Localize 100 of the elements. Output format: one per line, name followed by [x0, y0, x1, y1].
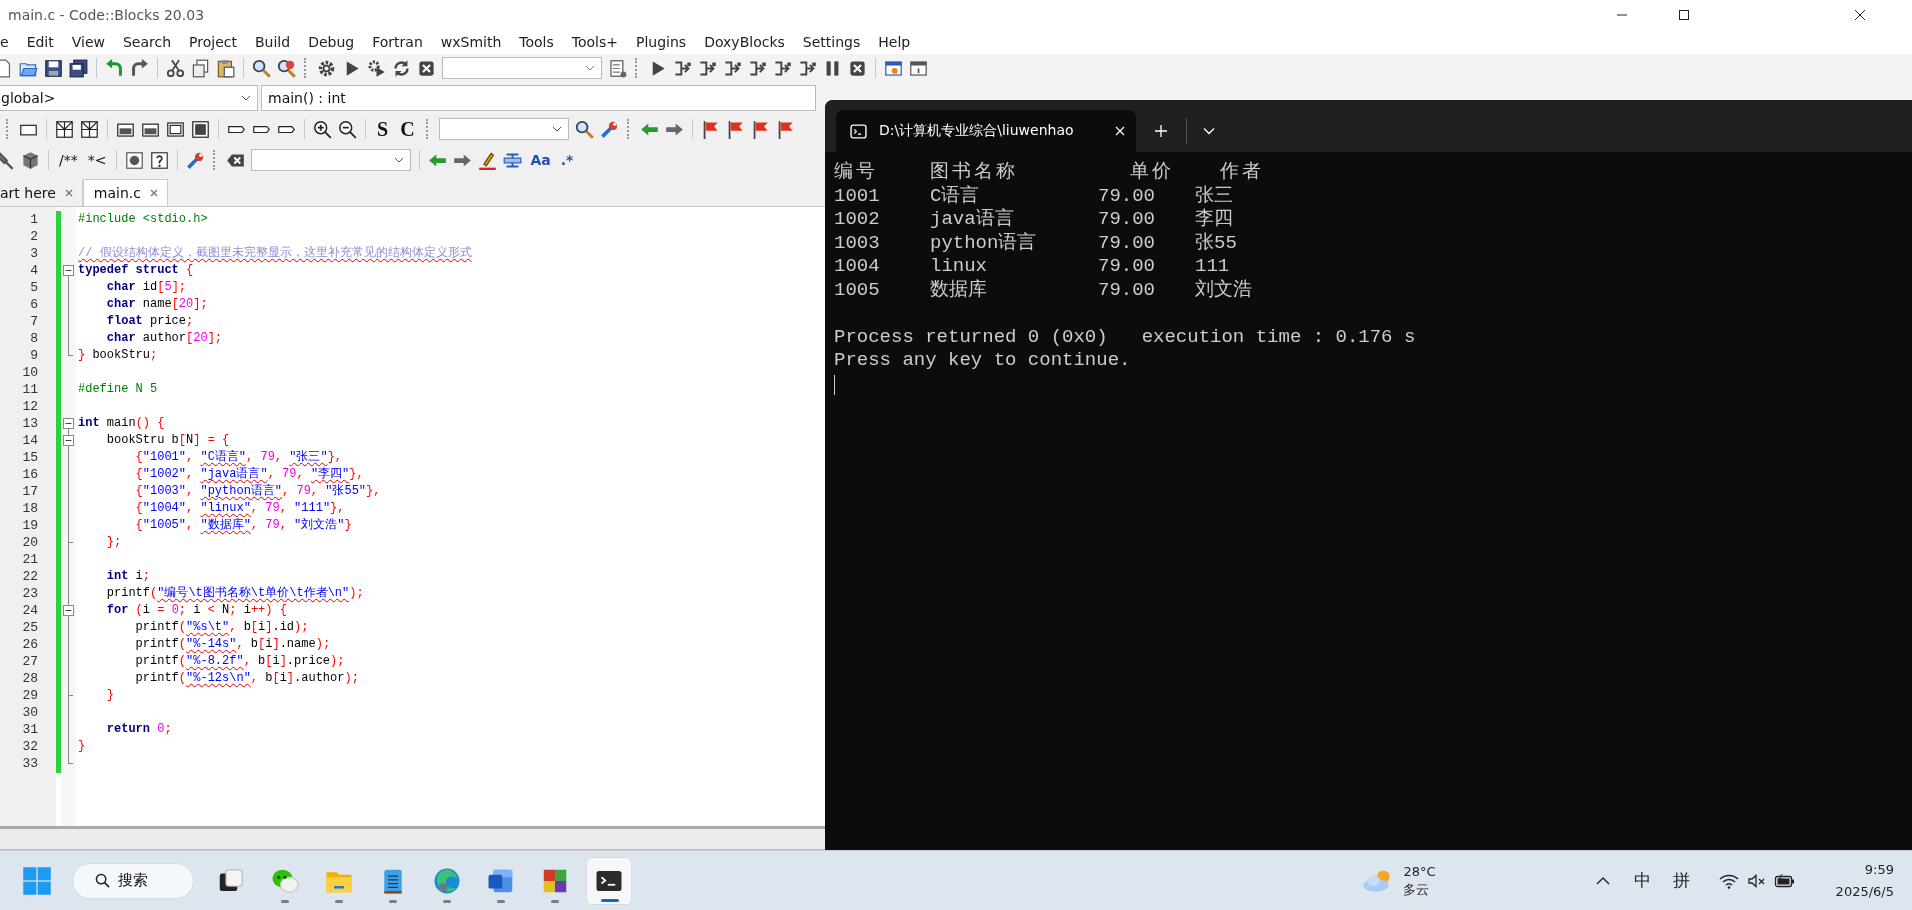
search-icon[interactable] — [252, 58, 271, 78]
taskbar-button[interactable] — [586, 856, 632, 905]
search-icon[interactable] — [574, 119, 594, 139]
wifi-icon[interactable] — [1717, 872, 1740, 889]
menu-item[interactable]: Help — [868, 34, 919, 50]
line-number: 14 — [22, 432, 38, 449]
line-number: 24 — [22, 602, 38, 619]
menu-item[interactable]: Settings — [792, 34, 869, 50]
circle-button-icon[interactable] — [125, 150, 145, 170]
menu-item[interactable]: e — [0, 34, 17, 50]
start-icon[interactable] — [22, 865, 52, 896]
line-number: 30 — [22, 704, 38, 721]
menu-item[interactable]: Debug — [298, 34, 363, 50]
line-number: 9 — [30, 347, 38, 364]
menu-item[interactable]: Project — [179, 34, 245, 50]
plus-icon[interactable] — [1154, 124, 1168, 138]
close-square-icon[interactable] — [848, 58, 867, 78]
search-option-button[interactable]: Aa — [528, 152, 553, 168]
new-file-icon[interactable] — [0, 58, 13, 78]
grid-panel-icon[interactable] — [80, 119, 99, 139]
menu-item[interactable]: Build — [245, 34, 299, 50]
input-method-button[interactable]: 拼 — [1672, 869, 1690, 892]
battery-icon[interactable] — [1773, 872, 1796, 889]
undo-icon[interactable] — [105, 58, 124, 78]
code-line: // 假设结构体定义，截图里未完整显示，这里补充常见的结构体定义形式 — [78, 246, 472, 260]
menu-item[interactable]: Fortran — [362, 34, 431, 50]
find-replace-icon[interactable] — [277, 58, 296, 78]
menu-item[interactable]: Search — [113, 34, 180, 50]
editor-tab[interactable]: main.c — [82, 179, 168, 206]
redo-icon[interactable] — [130, 58, 149, 78]
console-text: 作者 — [1219, 161, 1264, 185]
collapse-icon[interactable] — [63, 435, 74, 446]
window-icon[interactable] — [884, 58, 903, 78]
collapse-icon[interactable] — [63, 265, 74, 276]
menu-item[interactable]: Tools+ — [561, 34, 626, 50]
doc-comment-button[interactable]: /** — [57, 152, 80, 168]
frame-icon[interactable] — [166, 119, 185, 139]
copy-icon[interactable] — [191, 58, 210, 78]
line-number: 13 — [22, 415, 38, 432]
circular-arrows-icon[interactable] — [392, 58, 411, 78]
terminal-tab[interactable]: D:\计算机专业综合\liuwenhao — [836, 110, 1136, 152]
zoom-in-icon[interactable] — [313, 119, 332, 139]
line-number: 22 — [22, 568, 38, 585]
document-icon[interactable] — [608, 58, 627, 78]
console-text: 1003 — [834, 231, 881, 255]
menu-item[interactable]: DoxyBlocks — [694, 34, 793, 50]
collapse-icon[interactable] — [63, 605, 74, 616]
line-number: 21 — [22, 551, 38, 568]
caret-icon — [585, 65, 595, 71]
console-text: 1001 — [834, 184, 881, 208]
line-number: 4 — [30, 262, 38, 279]
wxsmith-button[interactable]: C — [397, 117, 418, 141]
menu-item[interactable]: wxSmith — [430, 34, 510, 50]
wrench-icon[interactable] — [186, 150, 206, 170]
search-option-button[interactable]: .* — [558, 152, 576, 168]
function-dropdown[interactable]: main() : int — [261, 85, 816, 111]
search-field[interactable]: 搜索 — [72, 862, 194, 899]
collapse-icon[interactable] — [63, 418, 74, 429]
chevron-up-icon[interactable] — [1595, 876, 1610, 885]
scope-dropdown[interactable]: global> — [0, 85, 258, 111]
chevron-down-icon[interactable] — [1203, 127, 1215, 135]
help-icon[interactable] — [150, 150, 170, 170]
console-text: 张55 — [1195, 231, 1237, 255]
maximize-icon[interactable] — [1676, 7, 1692, 23]
code-line: char author[20]; — [105, 331, 223, 345]
editor-tab[interactable]: art here — [0, 180, 83, 206]
code-line: int i; — [105, 569, 151, 583]
wrench-icon[interactable] — [599, 119, 619, 139]
line-number: 12 — [22, 398, 38, 415]
menu-item[interactable]: Edit — [16, 34, 62, 50]
clock-date[interactable]: 2025/6/5 — [1835, 880, 1894, 903]
input-method-button[interactable]: 中 — [1633, 869, 1651, 892]
paste-icon[interactable] — [216, 58, 235, 78]
grid-panel-icon[interactable] — [55, 119, 74, 139]
cube-icon[interactable] — [21, 150, 40, 170]
highlighter-icon[interactable] — [478, 150, 498, 170]
close-square-icon[interactable] — [417, 58, 436, 78]
menu-item[interactable]: Plugins — [626, 34, 695, 50]
code-line: bookStru b[N] = { — [105, 433, 230, 447]
menu-item[interactable]: Tools — [509, 34, 562, 50]
clock-time[interactable]: 9:59 — [1864, 858, 1894, 881]
console-text: 刘文浩 — [1195, 278, 1252, 302]
gear-icon[interactable] — [317, 58, 336, 78]
code-line: printf("%-8.2f", b[i].price); — [134, 654, 345, 668]
save-icon[interactable] — [44, 58, 63, 78]
save-all-icon[interactable] — [69, 58, 88, 78]
doc-comment-button[interactable]: *< — [85, 152, 109, 168]
wxsmith-button[interactable]: S — [374, 117, 392, 141]
code-line: }; — [105, 535, 122, 549]
filled-frame-icon[interactable] — [191, 119, 210, 139]
code-line: {"1004", "linux", 79, "111"}, — [134, 501, 345, 515]
close-icon[interactable] — [1114, 125, 1126, 137]
console-text: java语言 — [930, 208, 1015, 232]
close-icon[interactable] — [1852, 7, 1868, 23]
gear-play-icon[interactable] — [367, 58, 386, 78]
zoom-out-icon[interactable] — [338, 119, 357, 139]
info-window-icon[interactable] — [909, 58, 928, 78]
scissors-icon[interactable] — [166, 58, 185, 78]
menu-item[interactable]: View — [61, 34, 113, 50]
console-text: 79.00 — [1098, 208, 1156, 232]
